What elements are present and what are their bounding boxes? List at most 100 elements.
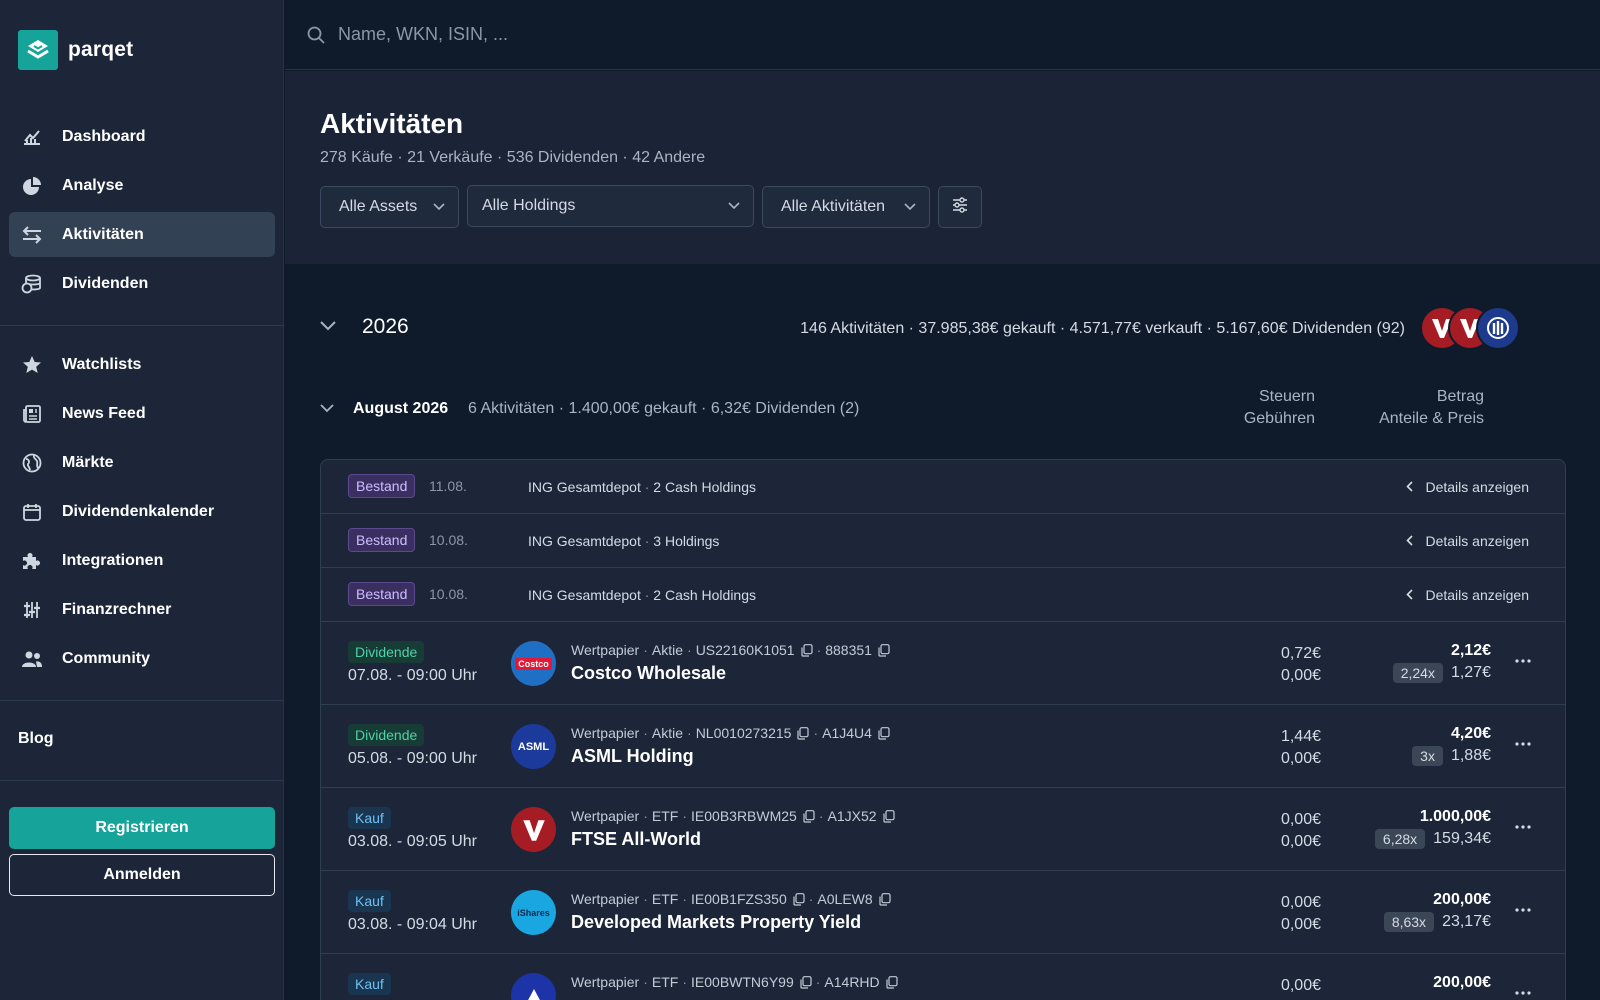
search-input[interactable] [338,24,938,45]
sliders-icon [21,599,43,621]
amount: 200,00€ [1433,974,1491,991]
topbar [285,0,1600,70]
copy-icon[interactable] [878,643,890,657]
security-name[interactable]: Costco Wholesale [571,663,726,684]
sidebar-divider [0,700,284,701]
sidebar-item-label: Watchlists [62,355,142,373]
table-row[interactable]: Kauf 03.08. - 09:04 Uhr iShares Wertpapi… [321,871,1565,954]
status-badge: Kauf [348,890,391,912]
sidebar-item-finanzrechner[interactable]: Finanzrechner [9,587,275,632]
month-group-header[interactable]: August 2026 6 Aktivitäten · 1.400,00€ ge… [320,386,1520,432]
more-options-icon[interactable] [1515,816,1531,834]
amount: 4,20€ [1450,725,1491,742]
status-badge: Bestand [348,582,416,606]
sidebar-blog-link[interactable]: Blog [18,730,54,748]
brand-logo[interactable]: parqet [18,30,133,70]
year-group-header[interactable]: 2026 146 Aktivitäten · 37.985,38€ gekauf… [320,304,1520,354]
table-row[interactable]: Dividende 05.08. - 09:00 Uhr ASML Wertpa… [321,705,1565,788]
details-toggle[interactable]: Details anzeigen [1406,533,1529,549]
table-row[interactable]: Kauf Wertpapier · ETF · IE00BWTN6Y99 · A… [321,954,1565,1000]
sidebar-item-aktivitaeten[interactable]: Aktivitäten [9,212,275,257]
sidebar-item-label: Finanzrechner [62,600,172,618]
filter-activities-dropdown[interactable]: Alle Aktivitäten [762,186,930,228]
filter-assets-dropdown[interactable]: Alle Assets [320,186,459,228]
sidebar-item-dividenden[interactable]: Dividenden [9,261,275,306]
status-badge: Bestand [348,474,416,498]
filter-settings-button[interactable] [938,186,982,228]
sidebar-item-label: Dashboard [62,127,146,145]
more-options-icon[interactable] [1515,899,1531,917]
row-datetime: 07.08. - 09:00 Uhr [348,667,477,684]
page-header: Aktivitäten 278 Käufe · 21 Verkäufe · 53… [285,71,1600,264]
copy-icon[interactable] [882,809,895,823]
row-datetime: 03.08. - 09:05 Uhr [348,833,477,850]
copy-icon[interactable] [886,975,898,989]
copy-icon[interactable] [797,726,810,740]
taxes-fees: 0,00€ [1280,977,1321,994]
shares-pill: 2,24x [1392,663,1443,683]
year-label: 2026 [362,315,409,338]
chevron-down-icon[interactable] [320,400,334,418]
activities-list: 2026 146 Aktivitäten · 37.985,38€ gekauf… [285,264,1600,1000]
column-header-taxes: Steuern [1258,388,1315,405]
sidebar-item-community[interactable]: Community [9,636,275,681]
chevron-left-icon [1406,533,1414,549]
sidebar-item-news-feed[interactable]: News Feed [9,391,275,436]
taxes-fees: 0,00€ 0,00€ [1280,894,1321,933]
copy-icon[interactable] [800,975,812,989]
activities-table: Bestand 11.08. ING Gesamtdepot · 2 Cash … [320,459,1566,1000]
sidebar-item-dashboard[interactable]: Dashboard [9,114,275,159]
table-row[interactable]: Dividende 07.08. - 09:00 Uhr Costco Wert… [321,622,1565,705]
table-row[interactable]: Bestand 11.08. ING Gesamtdepot · 2 Cash … [321,460,1565,514]
table-row[interactable]: Bestand 10.08. ING Gesamtdepot · 2 Cash … [321,568,1565,622]
shares-pill: 3x [1412,746,1443,766]
register-button[interactable]: Registrieren [9,807,275,849]
sidebar-item-integrationen[interactable]: Integrationen [9,538,275,583]
sliders-icon [951,196,969,218]
table-row[interactable]: Bestand 10.08. ING Gesamtdepot · 3 Holdi… [321,514,1565,568]
sidebar-item-maerkte[interactable]: Märkte [9,440,275,485]
table-row[interactable]: Kauf 03.08. - 09:05 Uhr Wertpapier · ETF… [321,788,1565,871]
security-meta: Wertpapier · Aktie · US22160K1051 · 8883… [571,642,890,658]
search-icon [306,25,326,45]
chevron-down-icon [904,198,916,216]
login-button[interactable]: Anmelden [9,854,275,896]
sidebar-nav-main: Dashboard Analyse Aktivitäten Dividenden [9,114,275,310]
year-summary: 146 Aktivitäten · 37.985,38€ gekauft · 4… [800,320,1405,337]
security-name[interactable]: FTSE All-World [571,829,701,850]
more-options-icon[interactable] [1515,650,1531,668]
status-badge: Dividende [348,724,425,746]
copy-icon[interactable] [793,892,805,906]
sidebar-item-label: Analyse [62,176,124,194]
filter-label: Alle Holdings [482,197,576,214]
sidebar-item-label: Community [62,649,150,667]
sidebar-item-analyse[interactable]: Analyse [9,163,275,208]
shares-price: 6,28x 159,34€ [1321,829,1491,849]
more-options-icon[interactable] [1515,733,1531,751]
calendar-icon [21,501,43,523]
chevron-left-icon [1406,587,1414,603]
pie-chart-icon [21,175,43,197]
filter-holdings-dropdown[interactable]: Alle Holdings [467,185,754,227]
shares-price: 2,24x 1,27€ [1321,663,1491,683]
sidebar-item-label: Dividendenkalender [62,502,215,520]
chevron-down-icon[interactable] [320,318,336,336]
sidebar-item-dividendenkalender[interactable]: Dividendenkalender [9,489,275,534]
more-options-icon[interactable] [1515,982,1531,1000]
star-icon [21,354,43,376]
security-name[interactable]: ASML Holding [571,746,694,767]
column-header-amount: Betrag [1436,388,1484,405]
copy-icon[interactable] [879,892,891,906]
row-date: 10.08. [429,586,468,602]
amount: 1.000,00€ [1419,808,1491,825]
copy-icon[interactable] [878,726,890,740]
details-toggle[interactable]: Details anzeigen [1406,587,1529,603]
newspaper-icon [21,403,43,425]
sidebar-item-watchlists[interactable]: Watchlists [9,342,275,387]
copy-icon[interactable] [803,809,815,823]
details-toggle[interactable]: Details anzeigen [1406,479,1529,495]
shares-pill: 8,63x [1383,912,1435,932]
filter-label: Alle Assets [339,198,418,215]
security-name[interactable]: Developed Markets Property Yield [571,912,861,933]
copy-icon[interactable] [800,643,813,657]
